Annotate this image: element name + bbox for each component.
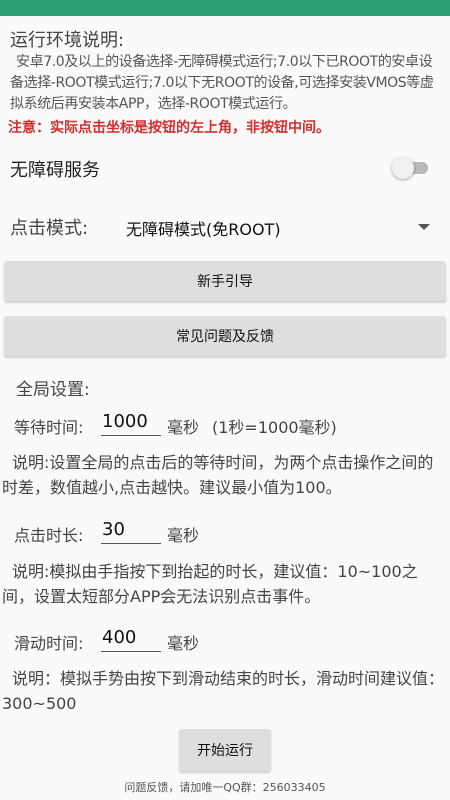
click-mode-label: 点击模式: bbox=[10, 218, 89, 239]
wait-time-description: 说明:设置全局的点击后的等待时间，为两个点击操作之间的时差，数值越小,点击越快。… bbox=[2, 453, 434, 497]
click-duration-label: 点击时长: bbox=[14, 526, 84, 545]
env-title: 运行环境说明: bbox=[10, 30, 125, 51]
status-bar bbox=[0, 0, 450, 16]
click-duration-input[interactable]: 30 bbox=[101, 518, 161, 544]
accessibility-service-switch[interactable] bbox=[392, 157, 428, 179]
click-duration-description: 说明:模拟由手指按下到抬起的时长，建议值：10~100之间，设置太短部分APP会… bbox=[2, 562, 418, 606]
wait-time-unit: 毫秒 bbox=[167, 418, 200, 437]
faq-feedback-button[interactable]: 常见问题及反馈 bbox=[4, 316, 446, 356]
swipe-duration-input[interactable]: 400 bbox=[101, 626, 161, 652]
dropdown-arrow-icon bbox=[418, 224, 430, 230]
click-mode-selected: 无障碍模式(免ROOT) bbox=[126, 220, 281, 239]
swipe-duration-description: 说明：模拟手势由按下到滑动结束的时长，滑动时间建议值：300~500 bbox=[2, 669, 445, 713]
wait-time-input[interactable]: 1000 bbox=[101, 410, 161, 436]
swipe-duration-unit: 毫秒 bbox=[167, 634, 200, 653]
swipe-duration-label: 滑动时间: bbox=[14, 634, 84, 653]
env-note: 注意：实际点击坐标是按钮的左上角，非按钮中间。 bbox=[8, 120, 330, 136]
start-run-button[interactable]: 开始运行 bbox=[179, 729, 271, 771]
wait-time-label: 等待时间: bbox=[14, 418, 84, 437]
wait-time-hint: (1秒=1000毫秒) bbox=[212, 418, 337, 437]
click-duration-unit: 毫秒 bbox=[167, 526, 200, 545]
beginner-guide-button[interactable]: 新手引导 bbox=[4, 261, 446, 301]
env-description: 安卓7.0及以上的设备选择-无障碍模式运行;7.0以下已ROOT的安卓设备选择-… bbox=[10, 54, 434, 112]
footer-qq-group: 问题反馈，请加唯一QQ群：256033405 bbox=[124, 781, 326, 794]
switch-thumb bbox=[392, 157, 414, 179]
accessibility-service-label: 无障碍服务 bbox=[10, 160, 100, 181]
global-settings-title: 全局设置: bbox=[16, 380, 90, 400]
click-mode-dropdown[interactable]: 无障碍模式(免ROOT) bbox=[126, 216, 436, 240]
